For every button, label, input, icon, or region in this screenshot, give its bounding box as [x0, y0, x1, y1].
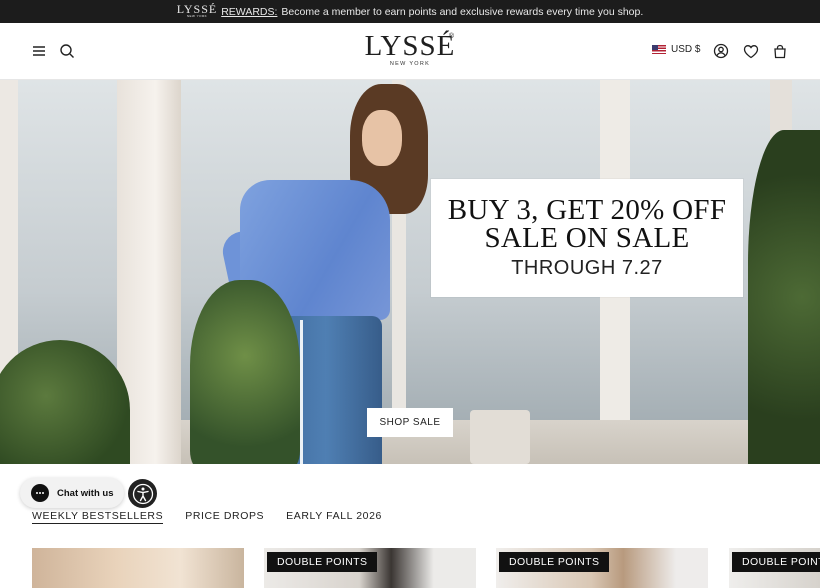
plant-decoration: [748, 130, 820, 464]
announcement-bar: LYSSÉ NEW YORK REWARDS: Become a member …: [0, 0, 820, 23]
product-card[interactable]: DOUBLE POINTS: [264, 548, 476, 588]
double-points-badge: DOUBLE POINTS: [267, 552, 378, 572]
plant-decoration: [190, 280, 300, 464]
promo-date: THROUGH 7.27: [511, 257, 663, 279]
tab-price-drops[interactable]: PRICE DROPS: [185, 510, 264, 524]
product-image: [32, 548, 244, 588]
tab-weekly-bestsellers[interactable]: WEEKLY BESTSELLERS: [32, 510, 164, 524]
wishlist-heart-icon[interactable]: [742, 42, 760, 60]
product-card[interactable]: DOUBLE POINTS: [496, 548, 708, 588]
double-points-badge: DOUBLE POINTS: [499, 552, 610, 572]
accessibility-icon[interactable]: [128, 479, 157, 508]
promo-box: BUY 3, GET 20% OFF SALE ON SALE THROUGH …: [431, 179, 743, 297]
chat-label: Chat with us: [57, 487, 114, 499]
cart-bag-icon[interactable]: [771, 42, 789, 60]
menu-icon[interactable]: [30, 42, 48, 60]
shop-sale-button[interactable]: SHOP SALE: [367, 408, 453, 437]
product-tabs: WEEKLY BESTSELLERS PRICE DROPS EARLY FAL…: [32, 510, 382, 524]
currency-selector[interactable]: USD $: [652, 44, 700, 55]
announcement-logo: LYSSÉ NEW YORK: [176, 2, 218, 18]
search-icon[interactable]: [58, 42, 76, 60]
promo-subheadline: SALE ON SALE: [484, 222, 690, 254]
double-points-badge: DOUBLE POINTS: [732, 552, 820, 572]
tab-early-fall-2026[interactable]: EARLY FALL 2026: [286, 510, 382, 524]
hero-banner[interactable]: BUY 3, GET 20% OFF SALE ON SALE THROUGH …: [0, 80, 820, 464]
currency-label: USD $: [671, 44, 701, 55]
chat-widget-button[interactable]: Chat with us: [20, 478, 124, 508]
announcement-message: Become a member to earn points and exclu…: [281, 5, 644, 18]
chat-bubble-icon: [31, 484, 49, 502]
account-icon[interactable]: [712, 42, 730, 60]
us-flag-icon: [652, 45, 666, 54]
product-card[interactable]: DOUBLE POINTS: [729, 548, 820, 588]
product-card[interactable]: [32, 548, 244, 588]
rewards-link[interactable]: REWARDS:: [221, 6, 277, 18]
promo-headline: BUY 3, GET 20% OFF: [447, 194, 727, 226]
site-header: LYSSÉ ® NEW YORK USD $: [0, 23, 820, 80]
site-logo[interactable]: LYSSÉ ® NEW YORK: [360, 31, 460, 67]
